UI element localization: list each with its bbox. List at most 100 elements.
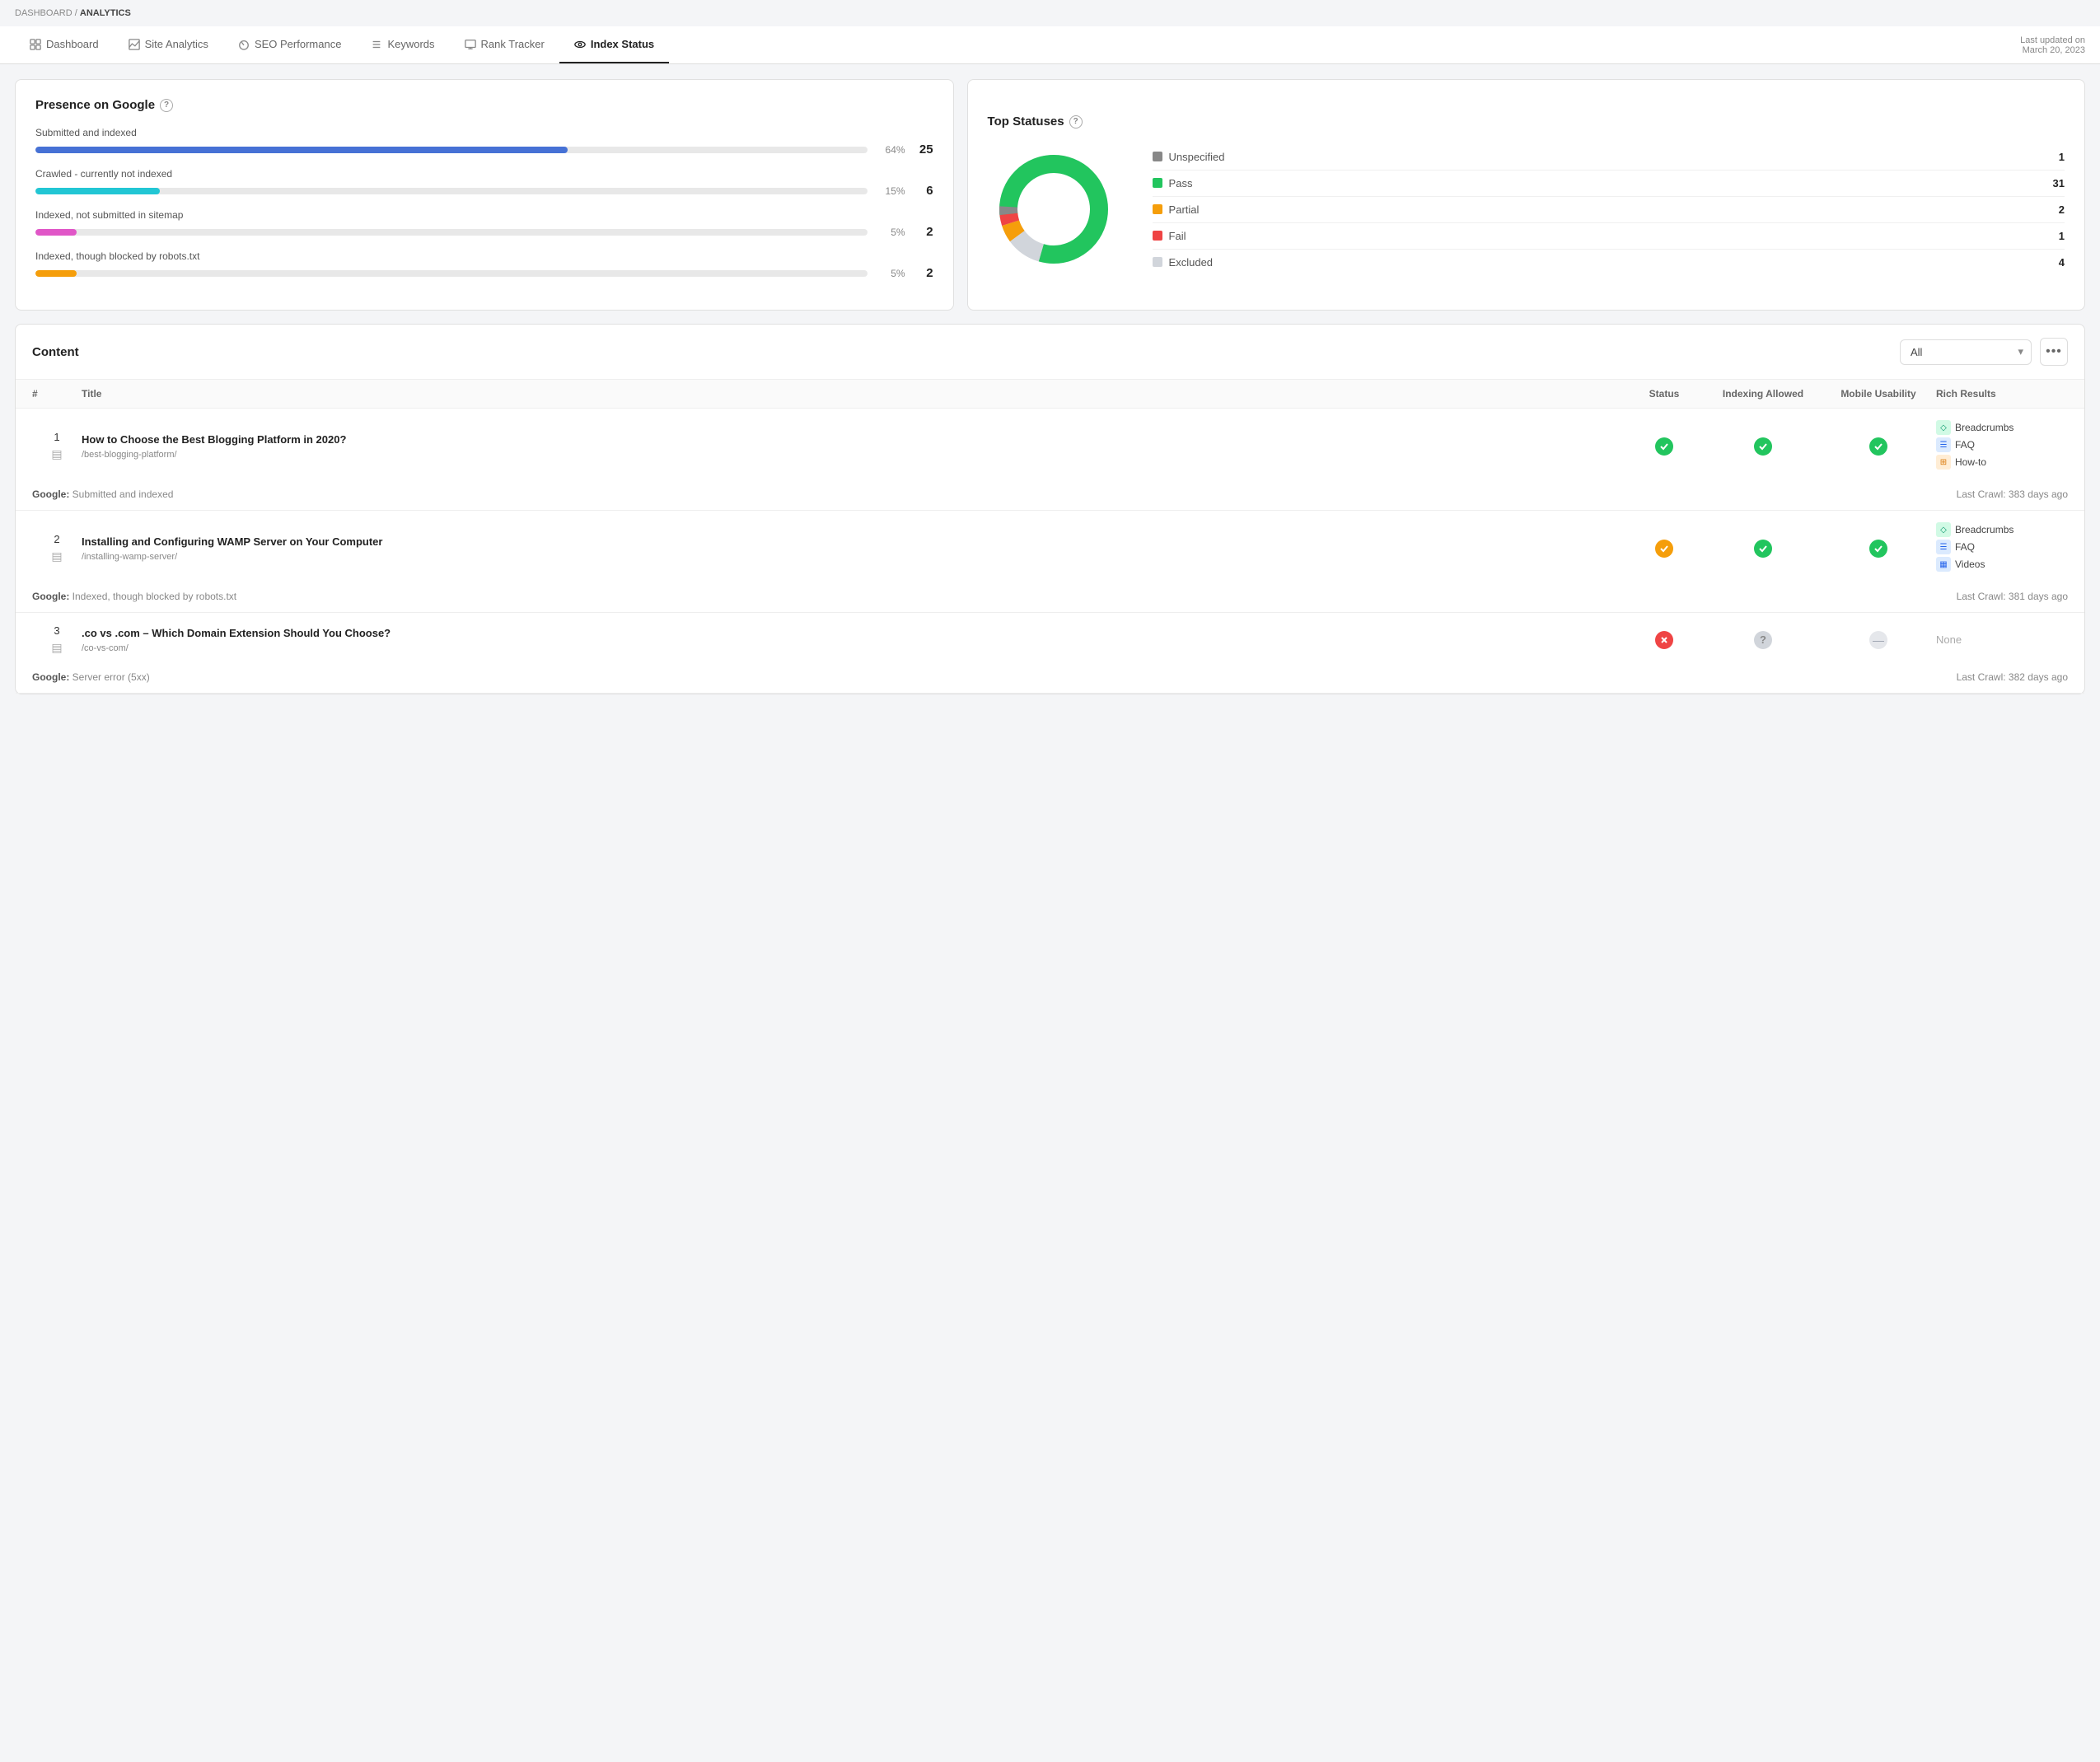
top-statuses-title: Top Statuses: [988, 115, 1064, 129]
more-options-button[interactable]: •••: [2040, 338, 2068, 366]
mobile-check-0: [1869, 437, 1887, 456]
tab-seo-performance[interactable]: SEO Performance: [223, 26, 357, 63]
status-item-4: Excluded 4: [1153, 250, 2065, 275]
td-title-2: .co vs .com – Which Domain Extension Sho…: [82, 626, 1623, 653]
tab-dashboard[interactable]: Dashboard: [15, 26, 114, 63]
status-name-3: Fail: [1169, 230, 2052, 242]
rich-item-0-0: ◇ Breadcrumbs: [1936, 420, 2068, 435]
content-header-right: All ▾ •••: [1900, 338, 2068, 366]
bar-track-3: [35, 270, 868, 277]
status-item-1: Pass 31: [1153, 171, 2065, 197]
status-list: Unspecified 1 Pass 31 Partial 2: [1153, 144, 2065, 275]
presence-row-3: Indexed, though blocked by robots.txt 5%…: [35, 250, 933, 280]
status-dot-pass: [1153, 178, 1162, 188]
bar-pct-2: 5%: [876, 227, 905, 238]
monitor-icon: [465, 39, 476, 50]
top-statuses-help-icon[interactable]: ?: [1069, 115, 1083, 129]
presence-row-1: Crawled - currently not indexed 15% 6: [35, 168, 933, 198]
chart-icon: [129, 39, 140, 50]
tab-index-status[interactable]: Index Status: [559, 26, 669, 63]
status-check-green-0: [1655, 437, 1673, 456]
breadcrumbs-icon-1: ◇: [1936, 522, 1951, 537]
status-cross-red-2: [1655, 631, 1673, 649]
table-row-group-2: 3 ▤ .co vs .com – Which Domain Extension…: [16, 613, 2084, 694]
presence-row-2: Indexed, not submitted in sitemap 5% 2: [35, 209, 933, 239]
table-row-1: 2 ▤ Installing and Configuring WAMP Serv…: [16, 511, 2084, 586]
tab-keywords[interactable]: Keywords: [356, 26, 449, 63]
status-count-2: 2: [2059, 203, 2065, 216]
td-rich-0: ◇ Breadcrumbs ☰ FAQ ⊞ How-to: [1936, 420, 2068, 472]
status-count-1: 31: [2053, 177, 2065, 189]
top-statuses-card: Top Statuses ?: [967, 79, 2085, 311]
tab-rank-tracker[interactable]: Rank Tracker: [450, 26, 559, 63]
faq-icon-0: ☰: [1936, 437, 1951, 452]
th-title: Title: [82, 388, 1623, 400]
th-num: #: [32, 388, 82, 400]
bar-pct-3: 5%: [876, 268, 905, 279]
eye-icon: [574, 39, 586, 50]
presence-label-0: Submitted and indexed: [35, 127, 933, 138]
presence-card: Presence on Google ? Submitted and index…: [15, 79, 954, 311]
breadcrumbs-icon-0: ◇: [1936, 420, 1951, 435]
breadcrumb-separator: /: [75, 8, 77, 18]
bar-track-0: [35, 147, 868, 153]
status-item-2: Partial 2: [1153, 197, 2065, 223]
breadcrumb-dashboard[interactable]: DASHBOARD: [15, 8, 72, 18]
checkmark-icon-mob-0: [1873, 442, 1883, 451]
indexing-question-2: ?: [1754, 631, 1772, 649]
checkmark-icon-1: [1659, 544, 1669, 554]
rich-item-1-2: ▦ Videos: [1936, 557, 2068, 572]
presence-label-2: Indexed, not submitted in sitemap: [35, 209, 933, 221]
mobile-dash-2: —: [1869, 631, 1887, 649]
presence-help-icon[interactable]: ?: [160, 99, 173, 112]
bar-count-0: 25: [914, 143, 933, 157]
bar-pct-1: 15%: [876, 185, 905, 197]
status-dot-excluded: [1153, 257, 1162, 267]
faq-icon-1: ☰: [1936, 540, 1951, 554]
content-section: Content All ▾ ••• # Title Status Indexin…: [15, 324, 2085, 694]
row-footer-0: Google: Submitted and indexed Last Crawl…: [16, 484, 2084, 510]
content-filter-select[interactable]: All: [1900, 339, 2032, 365]
td-num-2: 3 ▤: [32, 624, 82, 655]
rich-item-1-1: ☰ FAQ: [1936, 540, 2068, 554]
td-title-1: Installing and Configuring WAMP Server o…: [82, 535, 1623, 562]
status-count-0: 1: [2059, 151, 2065, 163]
td-indexing-1: [1705, 540, 1821, 558]
bar-track-2: [35, 229, 868, 236]
breadcrumb: DASHBOARD / ANALYTICS: [0, 0, 2100, 26]
videos-icon-1: ▦: [1936, 557, 1951, 572]
bar-fill-3: [35, 270, 77, 277]
table-row-2: 3 ▤ .co vs .com – Which Domain Extension…: [16, 613, 2084, 666]
table-row-group-1: 2 ▤ Installing and Configuring WAMP Serv…: [16, 511, 2084, 613]
th-status: Status: [1623, 388, 1705, 400]
last-updated: Last updated on March 20, 2023: [2020, 29, 2085, 62]
indexing-check-1: [1754, 540, 1772, 558]
bar-fill-0: [35, 147, 568, 153]
bar-fill-1: [35, 188, 160, 194]
bar-count-2: 2: [914, 225, 933, 239]
checkmark-icon-0: [1659, 442, 1669, 451]
td-status-0: [1623, 437, 1705, 456]
status-name-2: Partial: [1169, 203, 2052, 216]
th-rich: Rich Results: [1936, 388, 2068, 400]
td-num-0: 1 ▤: [32, 431, 82, 461]
status-dot-unspecified: [1153, 152, 1162, 161]
bar-count-1: 6: [914, 184, 933, 198]
td-mobile-0: [1821, 437, 1936, 456]
tabs: Dashboard Site Analytics SEO Performance…: [15, 26, 669, 63]
bar-pct-0: 64%: [876, 144, 905, 156]
howto-icon-0: ⊞: [1936, 455, 1951, 470]
presence-label-1: Crawled - currently not indexed: [35, 168, 933, 180]
bar-fill-2: [35, 229, 77, 236]
checkmark-icon-mob-1: [1873, 544, 1883, 554]
tab-bar: Dashboard Site Analytics SEO Performance…: [0, 26, 2100, 64]
page-icon-2: ▤: [51, 641, 62, 655]
presence-title: Presence on Google: [35, 98, 155, 112]
grid-icon: [30, 39, 41, 50]
gauge-icon: [238, 39, 250, 50]
status-item-3: Fail 1: [1153, 223, 2065, 250]
td-indexing-0: [1705, 437, 1821, 456]
table-row-group-0: 1 ▤ How to Choose the Best Blogging Plat…: [16, 409, 2084, 511]
status-check-orange-1: [1655, 540, 1673, 558]
tab-site-analytics[interactable]: Site Analytics: [114, 26, 223, 63]
